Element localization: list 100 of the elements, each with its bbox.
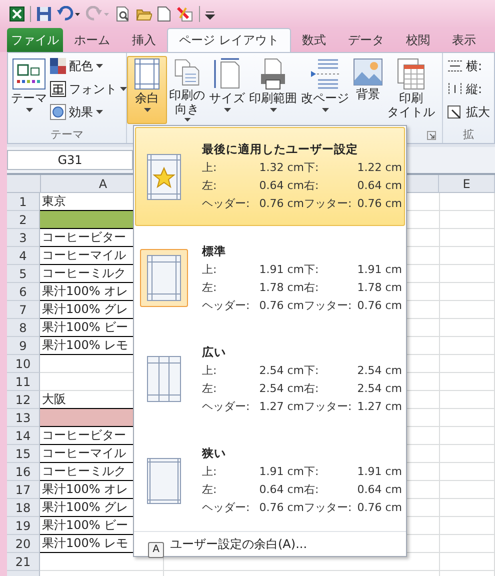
- width-icon: [447, 59, 463, 73]
- preset-title: 狭い: [202, 446, 227, 462]
- scale-button[interactable]: 拡大: [447, 102, 494, 122]
- margin-label: 上:: [202, 464, 217, 480]
- margin-value: 0.76 cm: [259, 298, 304, 313]
- margin-preset-item[interactable]: 最後に適用したユーザー設定 上: 1.32 cm下: 1.22 cm 左: 0.64 cm右: 0.64 cm ヘッダー: 0.76 cmフッター: 0.76 cm: [135, 127, 405, 226]
- row-header[interactable]: 14: [7, 427, 40, 445]
- margin-label: フッター:: [304, 500, 352, 516]
- margins-button[interactable]: 余白: [127, 56, 167, 124]
- row-header[interactable]: 3: [7, 229, 40, 247]
- margin-value: 0.76 cm: [357, 196, 402, 212]
- ribbon-tab[interactable]: 表示: [440, 28, 487, 52]
- ribbon-tab[interactable]: 数式: [290, 28, 337, 52]
- caret-icon: [224, 108, 230, 112]
- margin-label: 右:: [304, 178, 319, 194]
- dialog-launcher-icon[interactable]: [427, 130, 436, 140]
- row-header[interactable]: 7: [7, 301, 40, 319]
- breaks-button[interactable]: 改ページ: [299, 56, 351, 124]
- row-header[interactable]: 10: [7, 355, 40, 373]
- row-header[interactable]: 9: [7, 337, 40, 355]
- caret-icon: [270, 108, 276, 112]
- caret-icon: [96, 64, 103, 68]
- margin-label: 左:: [202, 280, 217, 295]
- margin-value: 1.91 cm: [357, 464, 402, 480]
- row-header[interactable]: 8: [7, 319, 40, 337]
- caret-icon: [96, 110, 103, 114]
- margin-value: 2.54 cm: [357, 362, 402, 378]
- margin-value: 1.91 cm: [259, 464, 304, 480]
- size-button[interactable]: サイズ: [207, 56, 247, 124]
- row-header[interactable]: 18: [7, 499, 40, 517]
- area-button[interactable]: 印刷範囲: [247, 56, 299, 124]
- height-icon: [447, 82, 463, 96]
- caret-icon: [26, 108, 32, 112]
- row-header[interactable]: 11: [7, 373, 40, 391]
- row-header[interactable]: 17: [7, 481, 40, 499]
- effects-icon: [50, 104, 66, 120]
- row-header[interactable]: 15: [7, 445, 40, 463]
- margin-label: フッター:: [304, 196, 352, 212]
- row-header[interactable]: 16: [7, 463, 40, 481]
- row-header[interactable]: 19: [7, 517, 40, 535]
- ribbon-tab[interactable]: 校閲: [394, 28, 441, 52]
- page-margins-icon: [147, 356, 181, 402]
- custom-margins-item[interactable]: ユーザー設定の余白(A)...: [170, 536, 308, 553]
- print-preview-icon[interactable]: [115, 6, 131, 22]
- color-swatch-icon: [50, 58, 66, 74]
- caret-icon: [144, 108, 150, 112]
- margins-icon: [134, 58, 160, 90]
- ribbon-tab[interactable]: ページ レイアウト: [167, 28, 291, 52]
- margin-value: 0.76 cm: [357, 298, 402, 313]
- effects-button[interactable]: 効果: [50, 102, 127, 122]
- row-header[interactable]: 5: [7, 265, 40, 283]
- margin-value: 2.54 cm: [259, 362, 304, 378]
- row-header[interactable]: 21: [7, 553, 40, 571]
- save-icon[interactable]: [36, 6, 52, 22]
- margin-label: 左:: [202, 380, 217, 396]
- row-header[interactable]: 4: [7, 247, 40, 265]
- new-document-icon[interactable]: [157, 6, 171, 22]
- ribbon-tab[interactable]: 挿入: [121, 28, 167, 52]
- titles-button[interactable]: 印刷 タイトル: [385, 56, 437, 124]
- name-box[interactable]: G31: [7, 150, 133, 170]
- row-header[interactable]: 2: [7, 211, 40, 229]
- margin-value: 1.91 cm: [357, 262, 402, 277]
- font-icon: [50, 81, 66, 97]
- margin-value: 0.64 cm: [259, 178, 304, 194]
- height-button[interactable]: 縦:: [447, 79, 494, 99]
- preset-title: 広い: [202, 344, 227, 360]
- background-button[interactable]: 背景: [351, 56, 385, 124]
- colors-button[interactable]: 配色: [50, 56, 127, 76]
- margin-value: 0.64 cm: [357, 178, 402, 194]
- ribbon-tab[interactable]: データ: [336, 28, 395, 52]
- row-header[interactable]: 1: [7, 193, 40, 211]
- margin-label: 上:: [202, 362, 217, 378]
- margin-label: 下:: [304, 362, 319, 378]
- keytip-badge: A: [148, 542, 164, 558]
- column-header[interactable]: E: [439, 175, 495, 193]
- row-header[interactable]: 13: [7, 409, 40, 427]
- excel-icon[interactable]: [9, 6, 25, 22]
- page-margins-icon: [147, 458, 181, 504]
- row-header[interactable]: 6: [7, 283, 40, 301]
- width-button[interactable]: 横:: [447, 56, 494, 76]
- margin-label: ヘッダー:: [202, 298, 250, 313]
- landscape-image-icon: [353, 58, 383, 86]
- margin-value: 0.64 cm: [357, 482, 402, 498]
- margin-value: 0.76 cm: [357, 500, 402, 516]
- row-header[interactable]: 20: [7, 535, 40, 553]
- margin-label: 下:: [304, 464, 319, 480]
- ribbon-tab[interactable]: ホーム: [63, 28, 121, 52]
- margin-label: ヘッダー:: [202, 196, 250, 212]
- preset-title: 最後に適用したユーザー設定: [202, 142, 359, 158]
- margin-value: 2.54 cm: [357, 380, 402, 396]
- pages-icon: [172, 58, 202, 87]
- file-tab[interactable]: ファイル: [7, 28, 63, 52]
- table-pages-icon: [397, 58, 425, 90]
- themes-button[interactable]: テーマ: [8, 56, 50, 124]
- row-header[interactable]: 12: [7, 391, 40, 409]
- orientation-button[interactable]: 印刷の 向き: [167, 56, 207, 124]
- fonts-button[interactable]: フォント: [50, 79, 127, 99]
- margin-value: 1.78 cm: [259, 280, 304, 295]
- undo-icon[interactable]: [57, 6, 81, 22]
- page-margins-icon: [147, 255, 181, 302]
